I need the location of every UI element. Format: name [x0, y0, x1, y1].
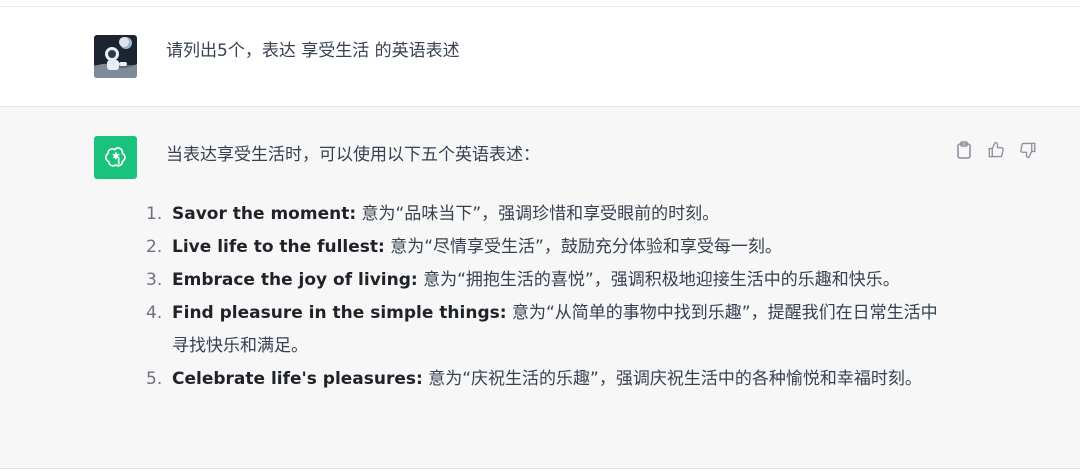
answer-list: 1. Savor the moment: 意为“品味当下”，强调珍惜和享受眼前的…: [146, 198, 946, 396]
list-item-description: 意为“品味当下”，强调珍惜和享受眼前的时刻。: [356, 204, 720, 224]
copy-button[interactable]: [954, 140, 974, 160]
list-item-description: 意为“尽情享受生活”，鼓励充分体验和享受每一刻。: [384, 237, 782, 257]
list-item: 3. Embrace the joy of living: 意为“拥抱生活的喜悦…: [146, 264, 946, 297]
list-item-phrase: Savor the moment:: [172, 204, 357, 224]
like-button[interactable]: [986, 140, 1006, 160]
dislike-button[interactable]: [1018, 140, 1038, 160]
list-item-description: 意为“庆祝生活的乐趣”，强调庆祝生活中的各种愉悦和幸福时刻。: [422, 369, 922, 389]
list-item-number: 1.: [146, 204, 163, 224]
list-item-phrase: Live life to the fullest:: [172, 237, 385, 257]
user-message-turn: 请列出5个，表达 享受生活 的英语表述: [0, 7, 1080, 107]
list-item-phrase: Embrace the joy of living:: [172, 270, 418, 290]
clipboard-icon: [957, 141, 971, 159]
thumbs-up-icon: [988, 141, 1004, 158]
list-item-number: 3.: [146, 270, 163, 290]
list-item: 1. Savor the moment: 意为“品味当下”，强调珍惜和享受眼前的…: [146, 198, 946, 231]
list-item-phrase: Find pleasure in the simple things:: [172, 303, 507, 323]
list-item-phrase: Celebrate life's pleasures:: [172, 369, 423, 389]
list-item: 4. Find pleasure in the simple things: 意…: [146, 297, 946, 363]
list-item: 2. Live life to the fullest: 意为“尽情享受生活”，…: [146, 231, 946, 264]
thumbs-down-icon: [1020, 142, 1036, 159]
list-item-description: 意为“拥抱生活的喜悦”，强调积极地迎接生活中的乐趣和快乐。: [417, 270, 900, 290]
message-actions: [954, 140, 1038, 160]
list-item: 5. Celebrate life's pleasures: 意为“庆祝生活的乐…: [146, 363, 946, 396]
list-item-number: 5.: [146, 369, 163, 389]
openai-logo-icon: [94, 136, 137, 179]
list-item-number: 2.: [146, 237, 163, 257]
assistant-message-turn: 当表达享受生活时，可以使用以下五个英语表述： 1. Savor the mome…: [0, 107, 1080, 469]
list-item-number: 4.: [146, 303, 163, 323]
bottom-spacer: [0, 469, 1080, 474]
assistant-intro-text: 当表达享受生活时，可以使用以下五个英语表述：: [166, 145, 540, 165]
user-avatar: [94, 35, 137, 78]
user-message-text: 请列出5个，表达 享受生活 的英语表述: [166, 41, 460, 61]
